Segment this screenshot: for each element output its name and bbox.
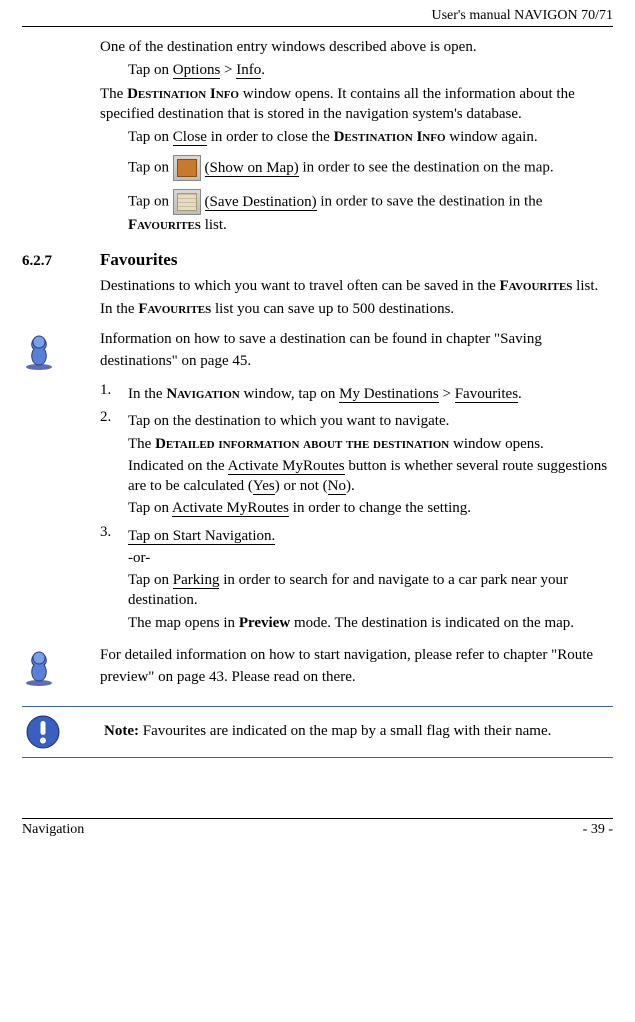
- note-block: Note: Favourites are indicated on the ma…: [22, 706, 613, 758]
- window-name: Detailed information about the destinati…: [155, 436, 449, 452]
- footer-left: Navigation: [22, 822, 84, 838]
- text: The: [100, 86, 127, 102]
- window-name: Destination Info: [334, 129, 446, 145]
- text: ).: [346, 478, 355, 494]
- note-exclamation-icon: [26, 715, 60, 749]
- show-on-map-icon: [173, 155, 201, 181]
- instruction: Tap on (Show on Map) in order to see the…: [128, 155, 613, 181]
- list-name: Favourites: [128, 217, 201, 233]
- text: Tap on: [128, 160, 173, 176]
- step-number: 1.: [100, 382, 128, 406]
- step-number: 2.: [100, 409, 128, 520]
- text: Tap on: [128, 572, 173, 588]
- window-name: Navigation: [166, 386, 239, 402]
- show-on-map-link: (Show on Map): [205, 160, 299, 177]
- parking-link: Parking: [173, 572, 220, 589]
- footer-page-number: - 39 -: [583, 822, 613, 838]
- text: The: [128, 436, 155, 452]
- text: window, tap on: [240, 386, 339, 402]
- text: window opens.: [449, 436, 544, 452]
- info-pawn-icon: [22, 647, 56, 687]
- step-2: 2. Tap on the destination to which you w…: [100, 409, 613, 520]
- close-link: Close: [173, 129, 207, 146]
- text: Tap on: [128, 62, 173, 78]
- note-text: Favourites are indicated on the map by a…: [139, 723, 551, 739]
- info-text: For detailed information on how to start…: [100, 645, 613, 689]
- instruction: Tap on Close in order to close the Desti…: [128, 127, 613, 147]
- activate-myroutes-link: Activate MyRoutes: [228, 458, 345, 475]
- section-title: Favourites: [100, 250, 177, 270]
- no-link: No: [328, 478, 346, 495]
- text: Tap on: [128, 129, 173, 145]
- save-destination-link: (Save Destination): [205, 194, 317, 211]
- text: .: [518, 386, 522, 402]
- text: list you can save up to 500 destinations…: [211, 301, 454, 317]
- text: >: [439, 386, 455, 402]
- text: The map opens in: [128, 615, 239, 631]
- options-link: Options: [173, 62, 221, 79]
- text: Tap on: [128, 500, 172, 516]
- text: -or-: [128, 548, 613, 568]
- my-destinations-link: My Destinations: [339, 386, 439, 403]
- paragraph: In the Favourites list you can save up t…: [100, 299, 613, 319]
- info-pawn-icon: [22, 331, 56, 371]
- text: mode. The destination is indicated on th…: [290, 615, 574, 631]
- section-number: 6.2.7: [22, 253, 100, 270]
- save-destination-icon: [173, 189, 201, 215]
- paragraph: Destinations to which you want to travel…: [100, 276, 613, 296]
- yes-link: Yes: [253, 478, 275, 495]
- text: in order to close the: [207, 129, 334, 145]
- text: in order to see the destination on the m…: [299, 160, 554, 176]
- step-number: 3.: [100, 524, 128, 635]
- paragraph: The Destination Info window opens. It co…: [100, 84, 613, 125]
- info-text: Information on how to save a destination…: [100, 329, 613, 373]
- text: In the: [100, 301, 138, 317]
- info-link: Info: [236, 62, 261, 79]
- text: ) or not (: [275, 478, 328, 494]
- note-label: Note:: [104, 723, 139, 739]
- preview-mode: Preview: [239, 615, 290, 631]
- text: In the: [128, 386, 166, 402]
- text: Indicated on the: [128, 458, 228, 474]
- text: Destinations to which you want to travel…: [100, 278, 499, 294]
- header-rule: [22, 26, 613, 27]
- paragraph: One of the destination entry windows des…: [100, 37, 613, 57]
- step-3: 3. Tap on Start Navigation. -or- Tap on …: [100, 524, 613, 635]
- list-name: Favourites: [499, 278, 572, 294]
- step-1: 1. In the Navigation window, tap on My D…: [100, 382, 613, 406]
- list-name: Favourites: [138, 301, 211, 317]
- text: window again.: [446, 129, 538, 145]
- activate-myroutes-link: Activate MyRoutes: [172, 500, 289, 517]
- info-block: Information on how to save a destination…: [22, 329, 613, 376]
- header-title: User's manual NAVIGON 70/71: [22, 8, 613, 26]
- favourites-link: Favourites: [455, 386, 518, 403]
- instruction: Tap on (Save Destination) in order to sa…: [128, 189, 613, 235]
- text: Tap on: [128, 194, 173, 210]
- text: .: [261, 62, 265, 78]
- text: in order to save the destination in the: [317, 194, 543, 210]
- instruction: Tap on Options > Info.: [128, 60, 613, 80]
- text: Tap on the destination to which you want…: [128, 411, 613, 431]
- text: list.: [201, 217, 227, 233]
- text: in order to change the setting.: [289, 500, 471, 516]
- text: >: [220, 62, 236, 78]
- info-block: For detailed information on how to start…: [22, 645, 613, 692]
- text: list.: [572, 278, 598, 294]
- start-navigation-link: Tap on Start Navigation.: [128, 528, 275, 545]
- window-name: Destination Info: [127, 86, 239, 102]
